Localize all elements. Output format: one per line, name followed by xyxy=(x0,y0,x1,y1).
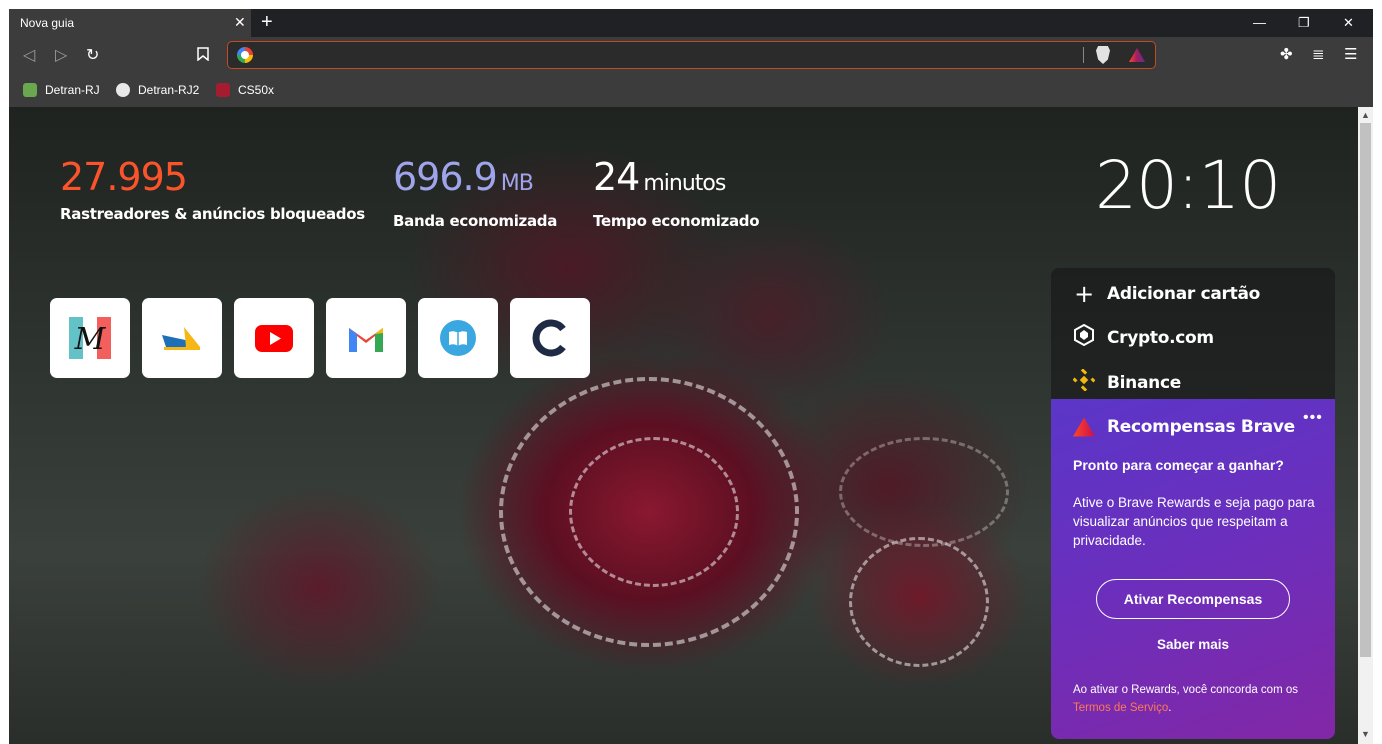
binance-icon xyxy=(1072,368,1096,396)
stat-bandwidth: 696.9 MB Banda economizada xyxy=(393,157,557,230)
top-site-tile[interactable] xyxy=(142,298,222,378)
bookmark-label: CS50x xyxy=(238,83,275,97)
gmail-icon xyxy=(349,328,383,352)
brave-rewards-icon[interactable] xyxy=(1129,48,1145,62)
stat-time-value: 24 xyxy=(593,155,640,199)
rewards-title: Recompensas Brave xyxy=(1073,417,1295,437)
activate-rewards-button[interactable]: Ativar Recompensas xyxy=(1096,579,1290,619)
media-queue-icon[interactable]: ≣ xyxy=(1312,45,1325,63)
bookmark-page-button[interactable] xyxy=(197,47,209,64)
learn-more-link[interactable]: Saber mais xyxy=(1051,637,1335,652)
maximize-button[interactable]: ❐ xyxy=(1298,15,1310,31)
new-tab-page: 27.995 Rastreadores & anúncios bloqueado… xyxy=(9,107,1358,744)
terms-prefix: Ao ativar o Rewards, você concorda com o… xyxy=(1073,684,1298,696)
globe-icon xyxy=(116,83,130,97)
top-site-tile[interactable] xyxy=(510,298,590,378)
rewards-title-text: Recompensas Brave xyxy=(1107,417,1295,437)
close-window-button[interactable]: ✕ xyxy=(1343,15,1354,31)
background-rose xyxy=(839,437,1009,547)
background-rose xyxy=(849,537,989,667)
plus-icon: + xyxy=(1074,280,1094,308)
rewards-subtitle: Pronto para começar a ganhar? xyxy=(1073,457,1284,473)
address-separator xyxy=(1083,47,1084,63)
tab-close-icon[interactable]: ✕ xyxy=(234,14,246,31)
widget-cards: + Adicionar cartão Crypto.com Binance xyxy=(1051,268,1335,400)
stat-bandwidth-label: Banda economizada xyxy=(393,212,558,230)
bookmark-cs50x[interactable]: CS50x xyxy=(216,83,274,97)
clock: 20:10 xyxy=(1095,147,1281,224)
medium-icon: M xyxy=(69,317,111,359)
back-button[interactable]: ◁ xyxy=(23,45,35,65)
add-card-label: Adicionar cartão xyxy=(1107,284,1261,304)
terms-of-service-link[interactable]: Termos de Serviço xyxy=(1073,702,1168,714)
card-crypto-com[interactable]: Crypto.com xyxy=(1073,323,1214,351)
harvard-icon xyxy=(216,83,230,97)
crypto-com-icon xyxy=(1073,323,1095,351)
terms-suffix: . xyxy=(1168,702,1172,714)
google-icon xyxy=(237,47,253,63)
stat-time: 24 minutos Tempo economizado xyxy=(593,155,760,230)
brave-rewards-triangle-icon xyxy=(1073,417,1095,437)
browser-window: Nova guia ✕ + — ❐ ✕ ◁ ▷ ↻ ✤ ≣ ☰ Detran-R… xyxy=(9,9,1373,744)
new-tab-button[interactable]: + xyxy=(261,12,273,32)
top-site-tile[interactable] xyxy=(326,298,406,378)
menu-icon[interactable]: ☰ xyxy=(1344,45,1357,63)
top-site-tile[interactable] xyxy=(418,298,498,378)
book-icon xyxy=(440,320,476,356)
add-card-button[interactable]: + Adicionar cartão xyxy=(1073,280,1260,308)
bookmark-icon xyxy=(197,47,209,62)
tab-strip: Nova guia ✕ + — ❐ ✕ xyxy=(9,9,1373,37)
stat-trackers-label: Rastreadores & anúncios bloqueados xyxy=(60,205,365,223)
bookmark-detran-rj[interactable]: Detran-RJ xyxy=(23,83,100,97)
minimize-button[interactable]: — xyxy=(1253,15,1266,30)
brave-shield-icon[interactable] xyxy=(1096,46,1110,64)
brave-rewards-card: Recompensas Brave ••• Pronto para começa… xyxy=(1051,399,1335,739)
tab-nova-guia[interactable]: Nova guia ✕ xyxy=(9,9,251,37)
more-options-icon[interactable]: ••• xyxy=(1303,409,1323,427)
top-site-tile[interactable]: M xyxy=(50,298,130,378)
stat-bandwidth-unit: MB xyxy=(500,171,534,196)
scroll-down-arrow-icon[interactable]: ▼ xyxy=(1361,729,1370,739)
stat-bandwidth-value: 696.9 xyxy=(393,155,498,199)
forward-button[interactable]: ▷ xyxy=(55,45,67,65)
reload-button[interactable]: ↻ xyxy=(86,45,99,65)
site-bird-icon xyxy=(162,327,200,350)
youtube-icon xyxy=(255,324,293,352)
stat-time-unit: minutos xyxy=(643,171,726,196)
detran-icon xyxy=(23,83,37,97)
svg-text:M: M xyxy=(74,322,107,357)
scroll-up-arrow-icon[interactable]: ▲ xyxy=(1361,110,1370,120)
rewards-terms: Ao ativar o Rewards, você concorda com o… xyxy=(1073,681,1323,717)
card-binance[interactable]: Binance xyxy=(1072,368,1181,396)
rewards-description: Ative o Brave Rewards e seja pago para v… xyxy=(1073,495,1315,548)
coursera-icon xyxy=(532,319,566,357)
vertical-scrollbar[interactable]: ▲ ▼ xyxy=(1358,107,1373,744)
top-site-tile[interactable] xyxy=(234,298,314,378)
binance-label: Binance xyxy=(1107,372,1181,393)
scrollbar-thumb[interactable] xyxy=(1360,123,1371,657)
background-rose xyxy=(569,437,739,587)
tab-title: Nova guia xyxy=(20,16,75,30)
bookmark-label: Detran-RJ2 xyxy=(138,83,200,97)
stat-trackers: 27.995 Rastreadores & anúncios bloqueado… xyxy=(60,157,365,223)
stat-trackers-value: 27.995 xyxy=(60,155,188,199)
address-bar[interactable] xyxy=(227,41,1156,69)
stat-time-label: Tempo economizado xyxy=(593,212,760,230)
bookmark-label: Detran-RJ xyxy=(45,83,100,97)
crypto-com-label: Crypto.com xyxy=(1107,327,1214,348)
bookmarks-bar: Detran-RJ Detran-RJ2 CS50x xyxy=(9,75,1373,107)
toolbar: ◁ ▷ ↻ ✤ ≣ ☰ xyxy=(9,37,1373,75)
bookmark-detran-rj2[interactable]: Detran-RJ2 xyxy=(116,83,199,97)
extensions-icon[interactable]: ✤ xyxy=(1280,45,1293,63)
